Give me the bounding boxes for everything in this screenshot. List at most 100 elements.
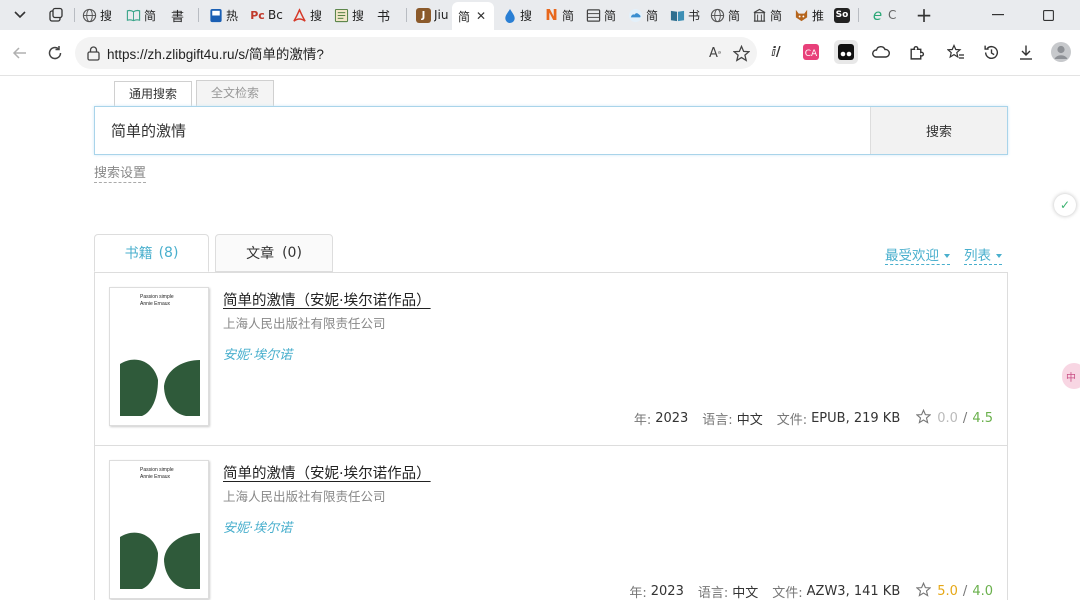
- history-icon[interactable]: [979, 40, 1003, 64]
- browser-tab[interactable]: N 简: [540, 3, 580, 27]
- downloads-icon[interactable]: [1014, 40, 1038, 64]
- search-input[interactable]: [95, 107, 870, 154]
- browser-tab[interactable]: 搜: [330, 3, 370, 27]
- building-icon: [752, 8, 767, 23]
- workspaces-icon[interactable]: [42, 3, 70, 27]
- rating-star-icon[interactable]: [915, 581, 932, 600]
- cover-author: Annie Ernaux: [140, 301, 171, 307]
- tab-books[interactable]: 书籍 (8): [94, 234, 209, 272]
- book-icon: [670, 8, 685, 23]
- book-author-link[interactable]: 安妮·埃尔诺: [223, 517, 292, 536]
- browser-tab[interactable]: 推: [790, 3, 830, 27]
- url-text[interactable]: https://zh.zlibgift4u.ru/s/简单的激情?: [107, 43, 324, 63]
- drop-icon: [502, 8, 517, 23]
- browser-tab[interactable]: 简: [582, 3, 622, 27]
- tab-articles-count: (0): [282, 245, 302, 261]
- view-list-dropdown[interactable]: 列表: [964, 248, 1002, 265]
- close-tab-icon[interactable]: ✕: [476, 9, 486, 23]
- text-icon: 書: [170, 9, 184, 25]
- letter-icon: J: [416, 7, 431, 23]
- tab-books-count: (8): [158, 245, 179, 261]
- tab-general-search[interactable]: 通用搜索: [114, 81, 193, 108]
- browser-toolbar: https://zh.zlibgift4u.ru/s/简单的激情? Aᵃ ⅈ/ …: [0, 30, 1080, 76]
- cover-art: [120, 532, 200, 589]
- tab-articles-label: 文章: [246, 246, 275, 262]
- meta-file: 文件: EPUB, 219 KB: [776, 411, 901, 428]
- book-title-link[interactable]: 简单的激情（安妮·埃尔诺作品）: [223, 289, 431, 310]
- browser-tab[interactable]: 搜: [288, 3, 328, 27]
- back-arrow-icon[interactable]: [7, 40, 33, 66]
- favorite-star-icon[interactable]: [731, 43, 751, 63]
- browser-tab[interactable]: 书: [372, 3, 406, 27]
- book-publisher: 上海人民出版社有限责任公司: [223, 316, 386, 331]
- book-author-link[interactable]: 安妮·埃尔诺: [223, 344, 292, 363]
- rating-quality: 4.5: [972, 411, 993, 426]
- browser-tab[interactable]: 書: [166, 3, 200, 27]
- browser-tab[interactable]: So: [830, 3, 854, 27]
- caret-down-icon: [996, 254, 1002, 258]
- browser-tab[interactable]: 书: [666, 3, 706, 27]
- ext-cloud-icon[interactable]: [869, 40, 893, 64]
- book-title-link[interactable]: 简单的激情（安妮·埃尔诺作品）: [223, 462, 431, 483]
- search-mode-tabs: 通用搜索 全文检索: [114, 80, 278, 108]
- browser-tab[interactable]: 简: [122, 3, 162, 27]
- lock-icon[interactable]: [85, 45, 101, 61]
- address-bar[interactable]: https://zh.zlibgift4u.ru/s/简单的激情? Aᵃ: [75, 37, 757, 69]
- tab-actions-chevron-icon[interactable]: [6, 3, 34, 27]
- meta-year: 年: 2023: [629, 584, 684, 600]
- rating-user: 0.0: [937, 411, 958, 426]
- cover-title: Passion simple: [140, 467, 174, 473]
- book-cover[interactable]: Passion simple Annie Ernaux: [109, 287, 209, 426]
- browser-tab[interactable]: 搜: [78, 3, 118, 27]
- text-icon: 书: [376, 9, 390, 25]
- browser-tab-active[interactable]: 简 ✕: [452, 2, 494, 30]
- rating-star-icon[interactable]: [915, 408, 932, 428]
- book-icon: [126, 8, 141, 23]
- rating-separator: /: [962, 584, 968, 599]
- extensions-puzzle-icon[interactable]: [904, 40, 928, 64]
- read-aloud-icon[interactable]: Aᵃ: [705, 43, 725, 63]
- browser-tab[interactable]: 简: [706, 3, 746, 27]
- letter-icon: N: [545, 6, 558, 24]
- cover-art: [120, 359, 200, 416]
- browser-tab[interactable]: 热: [204, 3, 244, 27]
- view-list-label: 列表: [964, 248, 991, 264]
- profile-avatar-icon[interactable]: [1049, 40, 1073, 64]
- browser-tab[interactable]: e C: [866, 3, 906, 27]
- results-list: Passion simple Annie Ernaux 简单的激情（安妮·埃尔诺…: [94, 272, 1008, 600]
- tab-articles[interactable]: 文章 (0): [215, 234, 333, 272]
- browser-tab[interactable]: J Jiu: [412, 3, 452, 27]
- maximize-icon[interactable]: [1034, 3, 1062, 27]
- caret-down-icon: [944, 254, 950, 258]
- sidebar-assistant-icon[interactable]: ✓: [1054, 194, 1076, 216]
- floating-translate-icon[interactable]: 中: [1062, 363, 1080, 389]
- ext-tampermonkey-icon[interactable]: [834, 40, 858, 64]
- meta-file: 文件: AZW3, 141 KB: [772, 584, 901, 600]
- favorites-icon[interactable]: [944, 40, 968, 64]
- cover-author: Annie Ernaux: [140, 474, 171, 480]
- globe-icon: [710, 8, 725, 23]
- book-cover[interactable]: Passion simple Annie Ernaux: [109, 460, 209, 599]
- meta-language: 语言: 中文: [697, 586, 759, 600]
- minimize-icon[interactable]: [984, 3, 1012, 27]
- edge-icon: e: [872, 6, 883, 24]
- sort-popular-label: 最受欢迎: [885, 248, 939, 264]
- tab-books-label: 书籍: [124, 246, 153, 262]
- ext-ai-icon[interactable]: ⅈ/: [764, 40, 788, 64]
- book-result: Passion simple Annie Ernaux 简单的激情（安妮·埃尔诺…: [95, 445, 1007, 600]
- browser-tab[interactable]: 搜: [498, 3, 538, 27]
- book-meta: 年: 2023 语言: 中文 文件: EPUB, 219 KB 0.0 / 4.5: [620, 408, 993, 428]
- browser-tab[interactable]: Pc Bc: [246, 3, 286, 27]
- new-tab-plus-icon[interactable]: +: [910, 3, 938, 27]
- sort-popular-dropdown[interactable]: 最受欢迎: [885, 248, 950, 265]
- page-content: 通用搜索 全文检索 搜索 搜索设置 书籍 (8) 文章 (0) 最受欢迎 列表 …: [0, 76, 1080, 600]
- refresh-icon[interactable]: [42, 40, 68, 66]
- ext-translate-icon[interactable]: CA: [799, 40, 823, 64]
- cloud-icon: [628, 8, 643, 23]
- browser-tab[interactable]: 简: [624, 3, 664, 27]
- rating-user: 5.0: [937, 584, 958, 599]
- search-settings-link[interactable]: 搜索设置: [94, 165, 147, 183]
- browser-tab[interactable]: 简: [748, 3, 788, 27]
- tab-fulltext-search[interactable]: 全文检索: [196, 80, 275, 107]
- search-button[interactable]: 搜索: [870, 107, 1007, 154]
